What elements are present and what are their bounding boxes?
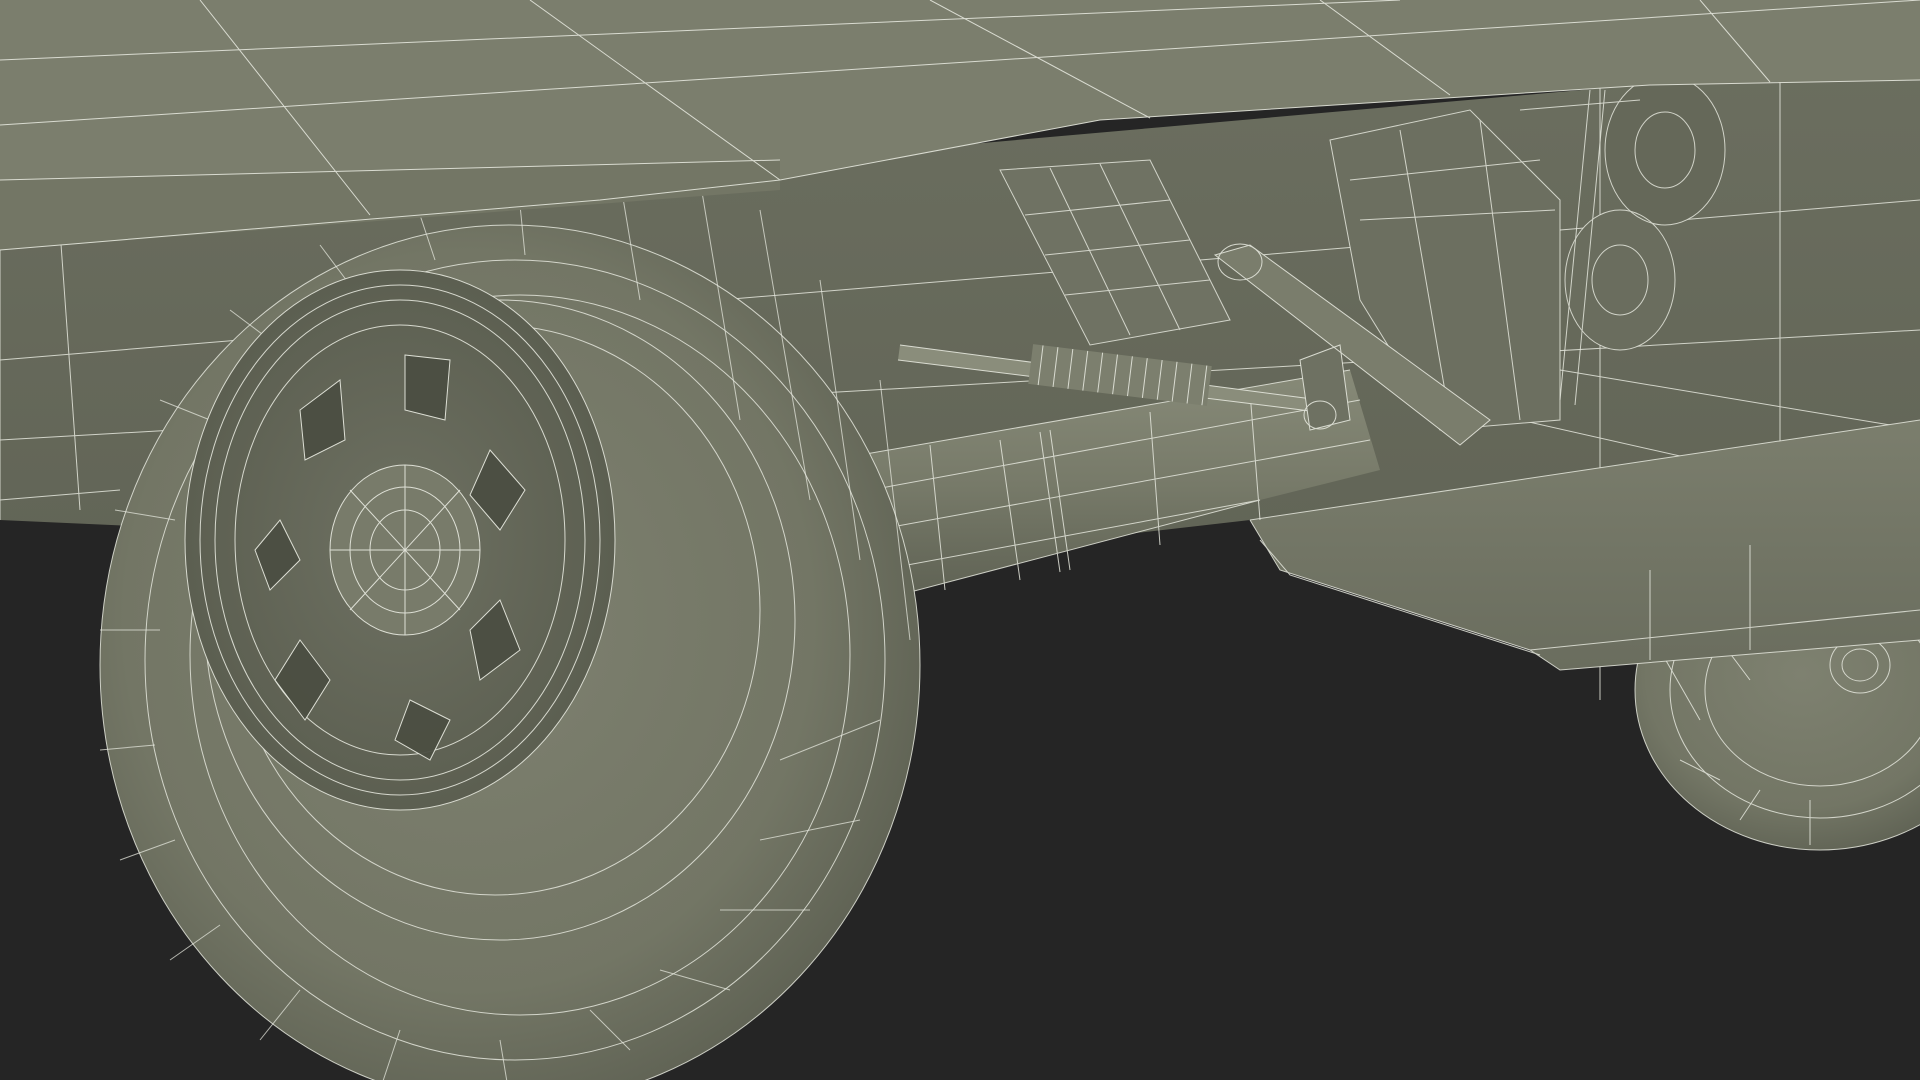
wireframe-render xyxy=(0,0,1920,1080)
3d-viewport[interactable] xyxy=(0,0,1920,1080)
